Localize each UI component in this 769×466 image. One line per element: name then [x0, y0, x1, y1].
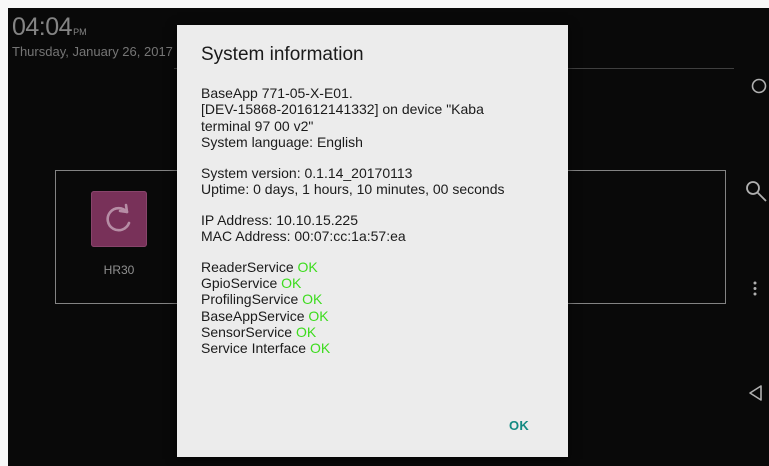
- device-screen: 04:04PM Thursday, January 26, 2017 HR30 …: [8, 8, 769, 466]
- system-info-dialog: System information BaseApp 771-05-X-E01.…: [177, 25, 568, 457]
- uptime-text: Uptime: 0 days, 1 hours, 10 minutes, 00 …: [201, 180, 505, 197]
- service-row: BaseAppService OK: [201, 308, 551, 324]
- service-status: OK: [295, 324, 317, 341]
- service-name: SensorService: [201, 324, 293, 341]
- app-info-block: BaseApp 771-05-X-E01. [DEV-15868-2016121…: [201, 85, 551, 150]
- system-version-text: System version: 0.1.14_20170113: [201, 164, 413, 181]
- app-version-text: BaseApp 771-05-X-E01.: [201, 85, 353, 101]
- ok-button[interactable]: OK: [509, 418, 529, 433]
- service-row: ReaderService OK: [201, 259, 551, 275]
- service-status: OK: [302, 291, 323, 308]
- services-block: ReaderService OK GpioService OK Profilin…: [201, 259, 551, 357]
- service-name: Service Interface: [201, 340, 307, 357]
- language-text: System language: English: [201, 133, 363, 150]
- dialog-title: System information: [201, 44, 364, 65]
- device-text-line2: terminal 97 00 v2": [201, 117, 314, 134]
- network-info-block: IP Address: 10.10.15.225 MAC Address: 00…: [201, 212, 551, 245]
- service-row: SensorService OK: [201, 324, 551, 340]
- service-row: Service Interface OK: [201, 340, 551, 356]
- service-name: ReaderService: [201, 258, 294, 275]
- service-status: OK: [309, 340, 331, 357]
- service-row: ProfilingService OK: [201, 291, 551, 307]
- system-info-block: System version: 0.1.14_20170113 Uptime: …: [201, 165, 551, 198]
- service-name: GpioService: [201, 275, 278, 292]
- service-row: GpioService OK: [201, 275, 551, 291]
- device-text-line1: [DEV-15868-201612141332] on device "Kaba: [201, 101, 484, 118]
- service-name: BaseAppService: [201, 307, 305, 324]
- service-status: OK: [308, 307, 329, 324]
- service-status: OK: [281, 275, 302, 292]
- ip-address-text: IP Address: 10.10.15.225: [201, 211, 358, 228]
- mac-address-text: MAC Address: 00:07:cc:1a:57:ea: [201, 228, 406, 245]
- dialog-body[interactable]: BaseApp 771-05-X-E01. [DEV-15868-2016121…: [201, 85, 551, 399]
- service-name: ProfilingService: [201, 291, 299, 308]
- service-status: OK: [297, 258, 318, 275]
